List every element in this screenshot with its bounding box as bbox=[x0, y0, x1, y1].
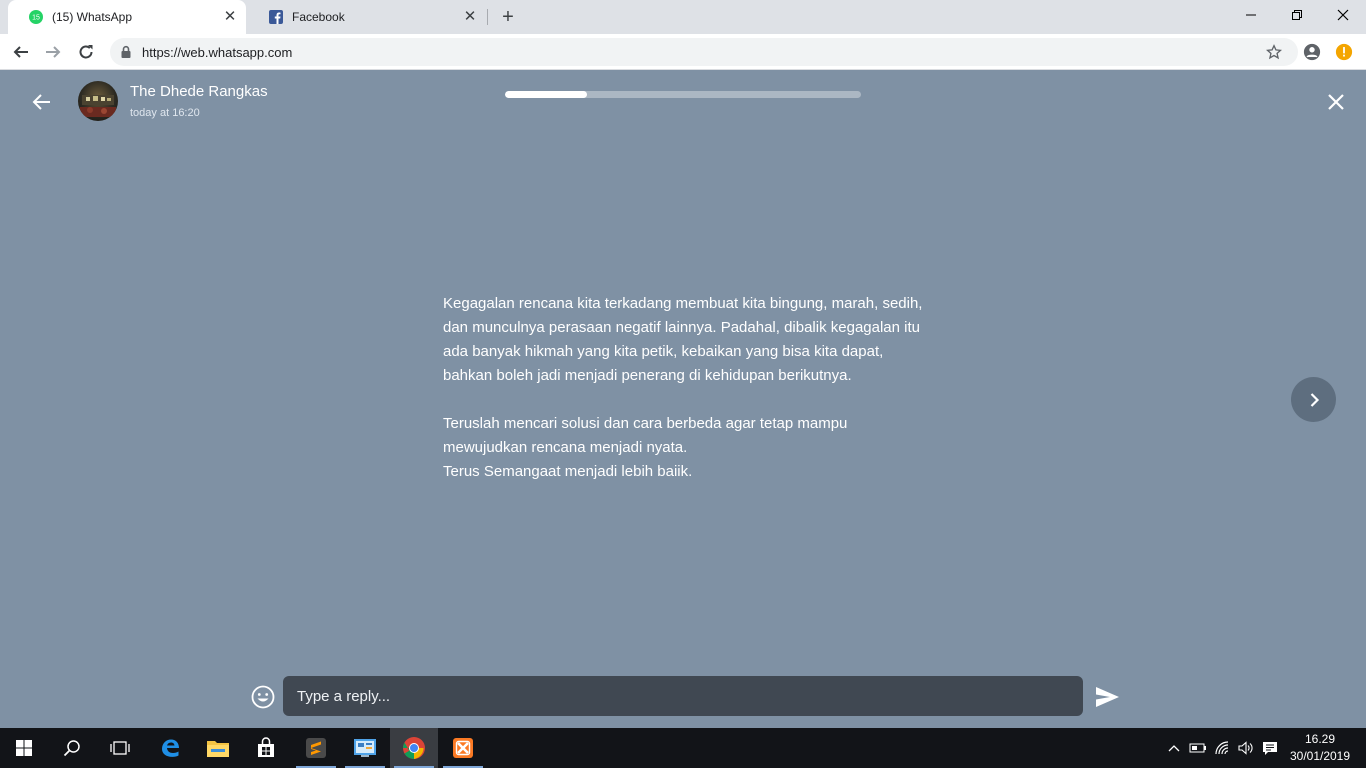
facebook-favicon-icon bbox=[269, 10, 283, 24]
chevron-up-icon bbox=[1168, 745, 1180, 752]
status-viewer: The Dhede Rangkas today at 16:20 Kegagal… bbox=[0, 71, 1366, 728]
taskbar-sublime-text[interactable] bbox=[292, 728, 340, 768]
taskbar-control-panel[interactable] bbox=[341, 728, 389, 768]
back-button[interactable] bbox=[9, 40, 33, 64]
next-status-button[interactable] bbox=[1291, 377, 1336, 422]
reload-button[interactable] bbox=[74, 40, 98, 64]
status-paragraph: Teruslah mencari solusi dan cara berbeda… bbox=[443, 415, 848, 480]
tab-title: (15) WhatsApp bbox=[52, 10, 133, 24]
volume-button[interactable] bbox=[1235, 728, 1257, 768]
minimize-icon bbox=[1246, 14, 1256, 16]
whatsapp-favicon-icon: 15 bbox=[29, 10, 43, 24]
search-button[interactable] bbox=[48, 728, 96, 768]
close-tab-icon[interactable]: ✕ bbox=[462, 9, 478, 25]
forward-button[interactable] bbox=[41, 40, 65, 64]
battery-icon bbox=[1189, 743, 1206, 753]
task-view-icon bbox=[110, 741, 130, 755]
avatar[interactable] bbox=[78, 81, 118, 121]
taskbar-chrome[interactable] bbox=[390, 728, 438, 768]
emoji-icon[interactable] bbox=[250, 684, 276, 710]
edge-browser-icon bbox=[162, 739, 179, 757]
contact-name[interactable]: The Dhede Rangkas bbox=[130, 83, 268, 100]
taskbar-edge[interactable] bbox=[146, 728, 194, 768]
clock-date: 30/01/2019 bbox=[1289, 749, 1351, 763]
account-icon bbox=[1303, 43, 1321, 61]
update-alert-button[interactable] bbox=[1332, 40, 1356, 64]
clock-time: 16.29 bbox=[1304, 732, 1336, 746]
restore-icon bbox=[1292, 10, 1302, 20]
bookmark-star-icon[interactable] bbox=[1266, 44, 1282, 60]
chrome-icon bbox=[403, 737, 425, 759]
show-hidden-icons-button[interactable] bbox=[1164, 728, 1184, 768]
status-progress-bar bbox=[505, 91, 861, 98]
close-icon bbox=[1337, 9, 1349, 21]
control-panel-icon bbox=[354, 739, 376, 757]
wifi-icon bbox=[1215, 741, 1229, 755]
taskbar-xampp[interactable] bbox=[439, 728, 487, 768]
network-button[interactable] bbox=[1212, 728, 1234, 768]
tab-facebook[interactable]: Facebook ✕ bbox=[248, 0, 486, 34]
folder-icon bbox=[207, 741, 229, 757]
alert-icon bbox=[1335, 43, 1353, 61]
windows-taskbar: 16.29 30/01/2019 bbox=[0, 728, 1366, 768]
send-icon[interactable] bbox=[1093, 683, 1121, 711]
action-center-button[interactable] bbox=[1259, 728, 1281, 768]
lock-icon[interactable] bbox=[120, 45, 132, 59]
chevron-right-icon bbox=[1310, 392, 1319, 407]
speaker-icon bbox=[1238, 741, 1253, 755]
browser-tab-strip: 15 (15) WhatsApp ✕ Facebook ✕ + bbox=[0, 0, 1366, 34]
tab-title: Facebook bbox=[292, 10, 345, 24]
store-bag-icon bbox=[258, 737, 274, 757]
windows-logo-icon bbox=[16, 740, 32, 756]
reload-icon bbox=[79, 45, 93, 59]
taskbar-file-explorer[interactable] bbox=[194, 728, 242, 768]
svg-text:15: 15 bbox=[32, 15, 40, 22]
back-arrow-icon[interactable] bbox=[30, 90, 54, 114]
taskbar-clock[interactable]: 16.29 30/01/2019 bbox=[1288, 731, 1352, 765]
battery-button[interactable] bbox=[1187, 728, 1209, 768]
taskbar-store[interactable] bbox=[242, 728, 290, 768]
status-paragraph: Kegagalan rencana kita terkadang membuat… bbox=[443, 295, 923, 384]
status-progress-fill bbox=[505, 91, 587, 98]
profile-button[interactable] bbox=[1300, 40, 1324, 64]
arrow-left-icon bbox=[13, 46, 28, 58]
start-button[interactable] bbox=[0, 728, 48, 768]
arrow-right-icon bbox=[46, 46, 61, 58]
minimize-button[interactable] bbox=[1228, 0, 1274, 30]
address-bar[interactable]: https://web.whatsapp.com bbox=[110, 38, 1298, 66]
restore-button[interactable] bbox=[1274, 0, 1320, 30]
status-timestamp: today at 16:20 bbox=[130, 107, 200, 119]
close-icon[interactable] bbox=[1322, 88, 1350, 116]
tab-whatsapp[interactable]: 15 (15) WhatsApp ✕ bbox=[8, 0, 246, 34]
avatar-photo-icon bbox=[80, 95, 116, 117]
xampp-icon bbox=[453, 738, 473, 758]
reply-input[interactable] bbox=[283, 676, 1083, 716]
status-message: Kegagalan rencana kita terkadang membuat… bbox=[443, 292, 923, 508]
close-window-button[interactable] bbox=[1320, 0, 1366, 30]
new-tab-button[interactable]: + bbox=[498, 7, 518, 27]
url-text[interactable]: https://web.whatsapp.com bbox=[142, 45, 292, 60]
browser-toolbar: https://web.whatsapp.com bbox=[0, 34, 1366, 70]
task-view-button[interactable] bbox=[96, 728, 144, 768]
search-icon bbox=[63, 740, 80, 757]
close-tab-icon[interactable]: ✕ bbox=[222, 9, 238, 25]
tab-divider bbox=[487, 9, 488, 25]
sublime-text-icon bbox=[306, 738, 326, 758]
notification-icon bbox=[1263, 742, 1277, 755]
